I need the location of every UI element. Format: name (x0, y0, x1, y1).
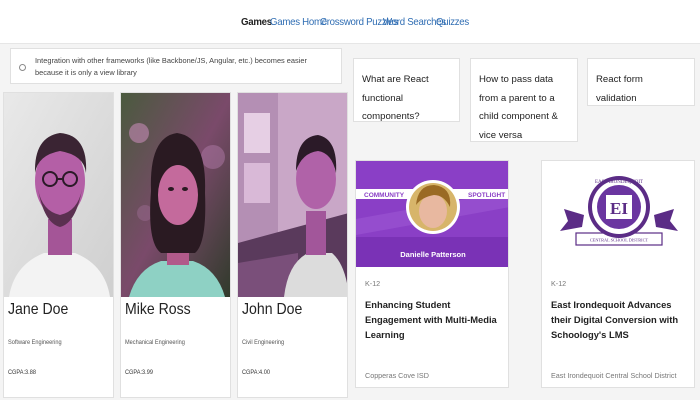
profile-card[interactable]: Jane Doe Software Engineering CGPA:3.88 (3, 92, 114, 398)
profile-photo (121, 93, 230, 297)
profile-gpa: CGPA:3.88 (8, 369, 36, 376)
nav-item-games[interactable]: Games (241, 16, 272, 28)
profile-gpa: CGPA:3.99 (125, 369, 153, 376)
profile-photo (238, 93, 347, 297)
article-title[interactable]: Enhancing Student Engagement with Multi-… (365, 297, 507, 342)
banner-spotlight-label: SPOTLIGHT (468, 192, 505, 199)
nav-item-quizzes[interactable]: Quizzes (436, 16, 469, 28)
games-nav-bar: Games Games Home Crossword Puzzles Word … (0, 0, 700, 44)
question-card-pass-data[interactable]: How to pass data from a parent to a chil… (470, 58, 578, 142)
community-spotlight-banner: COMMUNITY SPOTLIGHT Danielle Patterson (356, 161, 508, 267)
answer-radio-button[interactable] (19, 64, 26, 71)
profile-photo (4, 93, 113, 297)
nav-item-games-home[interactable]: Games Home (270, 16, 327, 28)
question-card-form-validation[interactable]: React form validation (587, 58, 695, 106)
question-card-functional-components[interactable]: What are React functional components? (353, 58, 460, 122)
answer-option-text: Integration with other frameworks (like … (35, 56, 307, 77)
question-card-title: How to pass data from a parent to a chil… (479, 74, 558, 141)
article-tag: K-12 (551, 279, 567, 288)
logo-bottom-text: CENTRAL SCHOOL DISTRICT (590, 238, 649, 243)
question-card-title: What are React functional components? (362, 74, 429, 122)
profile-card[interactable]: Mike Ross Mechanical Engineering CGPA:3.… (120, 92, 231, 398)
article-source: East Irondequoit Central School District (551, 371, 677, 380)
article-source: Copperas Cove ISD (365, 371, 429, 380)
profile-gpa: CGPA:4.00 (242, 369, 270, 376)
article-card[interactable]: COMMUNITY SPOTLIGHT Danielle Patterson K… (355, 160, 509, 388)
profile-card[interactable]: John Doe Civil Engineering CGPA:4.00 (237, 92, 348, 398)
logo-letters: EI (610, 199, 628, 218)
profile-department: Mechanical Engineering (125, 339, 185, 346)
question-card-title: React form validation (596, 74, 643, 104)
quiz-answer-option[interactable]: Integration with other frameworks (like … (10, 48, 342, 84)
profile-department: Civil Engineering (242, 339, 285, 346)
profile-name: Mike Ross (125, 301, 191, 318)
logo-top-text: EAST IRONDEQUOIT (595, 180, 643, 185)
district-logo-banner: CENTRAL SCHOOL DISTRICT EAST IRONDEQUOIT… (542, 161, 694, 267)
article-title[interactable]: East Irondequoit Advances their Digital … (551, 297, 693, 342)
profile-name: Jane Doe (8, 301, 69, 318)
profile-name: John Doe (242, 301, 303, 318)
banner-community-label: COMMUNITY (364, 192, 405, 199)
article-card[interactable]: CENTRAL SCHOOL DISTRICT EAST IRONDEQUOIT… (541, 160, 695, 388)
profile-department: Software Engineering (8, 339, 62, 346)
banner-person-name: Danielle Patterson (400, 250, 466, 259)
article-tag: K-12 (365, 279, 381, 288)
